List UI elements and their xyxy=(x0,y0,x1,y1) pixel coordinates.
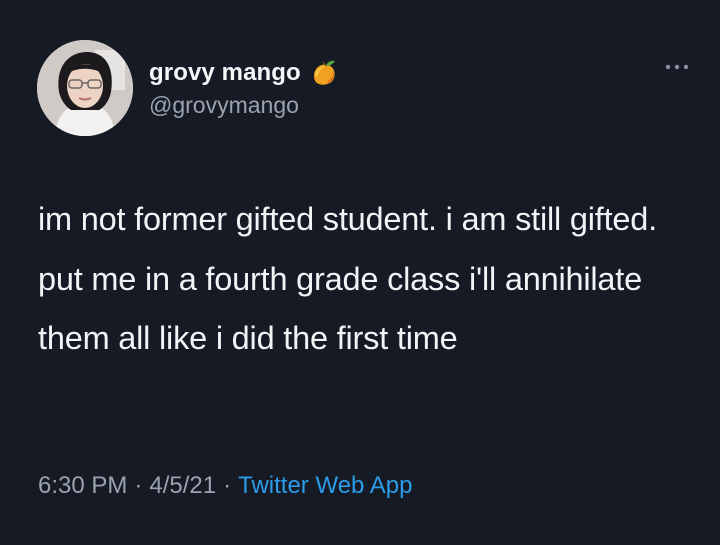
mango-icon xyxy=(313,60,335,85)
meta-separator: · xyxy=(223,472,232,499)
user-handle[interactable]: @grovymango xyxy=(149,92,299,119)
display-name[interactable]: grovy mango xyxy=(149,59,301,87)
profile-photo xyxy=(37,40,133,136)
tweet-time[interactable]: 6:30 PM xyxy=(38,472,127,499)
more-icon[interactable] xyxy=(664,62,690,72)
name-row: grovy mango xyxy=(149,58,339,88)
tweet-source-link[interactable]: Twitter Web App xyxy=(238,472,412,499)
tweet-date[interactable]: 4/5/21 xyxy=(149,472,216,499)
tweet-meta: 6:30 PM · 4/5/21 · Twitter Web App xyxy=(38,472,412,500)
tweet-text: im not former gifted student. i am still… xyxy=(38,201,657,356)
meta-separator: · xyxy=(134,472,143,499)
tweet-card: grovy mango @grovymango im not former gi… xyxy=(0,0,720,545)
avatar[interactable] xyxy=(37,40,133,136)
